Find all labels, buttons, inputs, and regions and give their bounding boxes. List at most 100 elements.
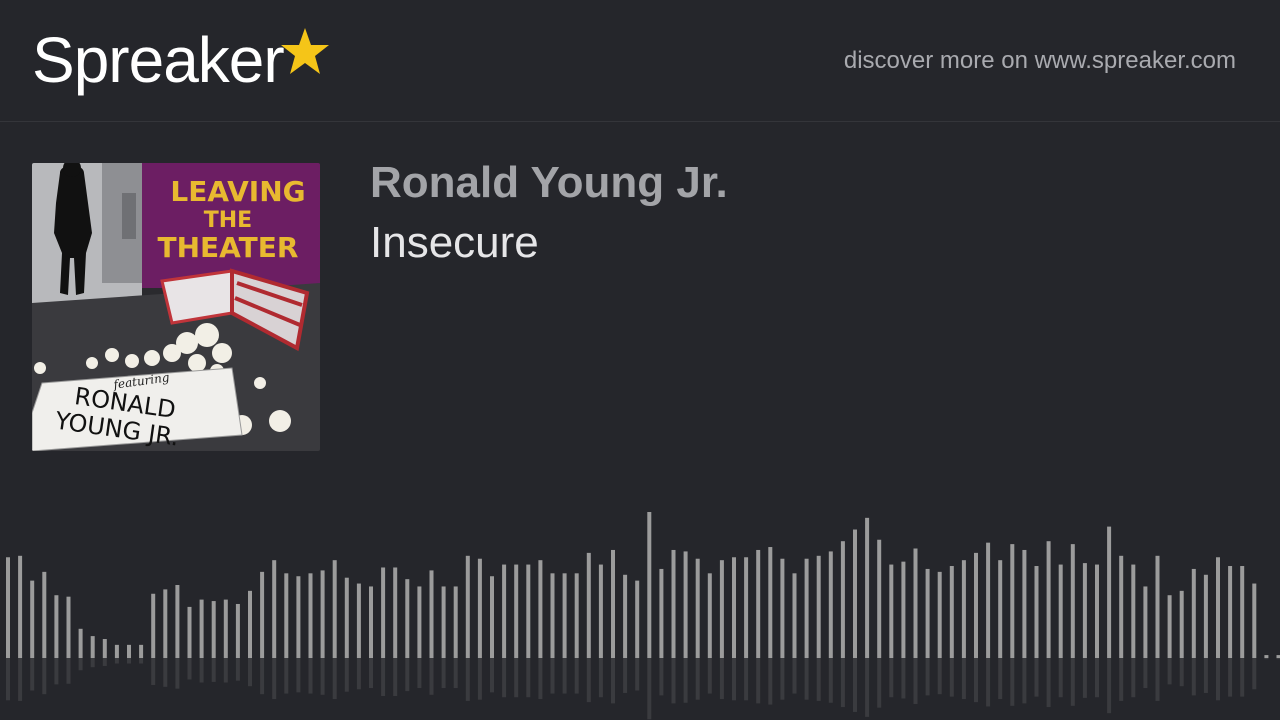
waveform-bar-reflection bbox=[961, 658, 966, 700]
waveform-bar bbox=[816, 555, 821, 658]
waveform-bar bbox=[465, 555, 470, 658]
waveform-bar bbox=[502, 564, 507, 658]
waveform-bar-reflection bbox=[1216, 658, 1220, 701]
waveform-bar-reflection bbox=[1203, 658, 1208, 693]
waveform-bar bbox=[538, 560, 543, 658]
waveform-bar bbox=[18, 555, 23, 658]
waveform-bar bbox=[1203, 574, 1208, 658]
waveform-bar-reflection bbox=[199, 658, 204, 683]
waveform-bar-reflection bbox=[877, 658, 882, 708]
author-name[interactable]: Ronald Young Jr. bbox=[370, 158, 728, 208]
waveform-bar bbox=[659, 568, 664, 658]
waveform-bar bbox=[272, 560, 277, 658]
waveform-bar bbox=[477, 558, 482, 658]
waveform-bar bbox=[1191, 568, 1196, 658]
waveform-bar bbox=[1107, 526, 1112, 658]
waveform-bar bbox=[139, 644, 144, 658]
waveform-bar-reflection bbox=[344, 658, 349, 692]
waveform-bar bbox=[840, 541, 845, 658]
waveform-bar-reflection bbox=[1131, 658, 1136, 698]
waveform-bar bbox=[744, 557, 749, 658]
waveform-bar-reflection bbox=[320, 658, 325, 695]
waveform-bar-reflection bbox=[369, 658, 373, 689]
waveform-bar bbox=[308, 573, 313, 658]
waveform-bar-reflection bbox=[18, 658, 23, 701]
waveform-bar-reflection bbox=[429, 658, 434, 695]
waveform-bar-reflection bbox=[998, 658, 1003, 700]
waveform-bar bbox=[901, 561, 906, 658]
waveform-bar bbox=[974, 552, 978, 658]
waveform-bar-reflection bbox=[1046, 658, 1051, 708]
waveform-bar-reflection bbox=[828, 658, 833, 703]
waveform-bar bbox=[453, 586, 458, 658]
waveform-bar bbox=[925, 568, 930, 658]
waveform-bar bbox=[719, 560, 724, 658]
waveform-bar-reflection bbox=[611, 658, 615, 704]
waveform-bar bbox=[66, 596, 71, 658]
waveform-bar bbox=[707, 573, 712, 658]
waveform-bar bbox=[756, 549, 761, 658]
waveform-bar bbox=[78, 628, 83, 658]
waveform-bar-reflection bbox=[1155, 658, 1160, 701]
waveform-bar-reflection bbox=[768, 658, 773, 705]
waveform-bar bbox=[1046, 541, 1051, 658]
waveform-bar bbox=[187, 606, 192, 658]
waveform-bar bbox=[1010, 544, 1015, 658]
waveform-bar bbox=[127, 644, 131, 658]
waveform-bar-reflection bbox=[744, 658, 749, 701]
waveform-bar bbox=[356, 583, 361, 658]
waveform-bar bbox=[804, 558, 809, 658]
waveform-bar bbox=[961, 560, 966, 658]
waveform-bar bbox=[393, 567, 398, 658]
waveform-bar bbox=[1143, 586, 1148, 658]
waveform-bar bbox=[1228, 566, 1233, 658]
waveform-bar bbox=[1264, 655, 1269, 658]
waveform-bar bbox=[1276, 655, 1280, 658]
waveform-bar-reflection bbox=[296, 658, 301, 693]
waveform-bar-reflection bbox=[623, 658, 628, 693]
waveform-bar-reflection bbox=[417, 658, 422, 689]
waveform-bar bbox=[175, 585, 180, 658]
waveform-bar bbox=[223, 599, 228, 658]
discover-more-link[interactable]: discover more on www.spreaker.com bbox=[844, 47, 1236, 75]
waveform-bar-reflection bbox=[986, 658, 991, 707]
waveform-bar-reflection bbox=[114, 658, 119, 664]
star-icon bbox=[280, 28, 329, 74]
waveform-bar-reflection bbox=[635, 658, 640, 691]
waveform-bar bbox=[6, 557, 10, 658]
waveform-bar-reflection bbox=[1228, 658, 1233, 697]
waveform-bar-reflection bbox=[707, 658, 712, 694]
waveform-bar-reflection bbox=[127, 658, 131, 664]
waveform-bar-reflection bbox=[1119, 658, 1124, 701]
waveform-bar-reflection bbox=[598, 658, 603, 698]
waveform-bar-reflection bbox=[574, 658, 579, 694]
waveform-bar-reflection bbox=[526, 658, 531, 698]
episode-title: Insecure bbox=[370, 218, 539, 267]
podcast-cover-art: LEAVING THE THEATER featuring RONALD YOU… bbox=[32, 163, 320, 451]
waveform-bar bbox=[1131, 564, 1136, 658]
waveform-bar bbox=[562, 573, 567, 658]
waveform-bar-reflection bbox=[756, 658, 761, 704]
spreaker-logo[interactable]: Spreaker bbox=[32, 22, 330, 102]
waveform-bar bbox=[623, 574, 628, 658]
waveform-bar bbox=[732, 557, 736, 658]
waveform-bar-reflection bbox=[550, 658, 555, 694]
waveform-bar-reflection bbox=[211, 658, 216, 682]
waveform-bar-reflection bbox=[659, 658, 664, 696]
waveform-bar-reflection bbox=[974, 658, 978, 703]
waveform-bar bbox=[526, 564, 531, 658]
waveform-bar bbox=[114, 644, 119, 658]
audio-waveform[interactable] bbox=[0, 480, 1280, 720]
waveform-bar-reflection bbox=[477, 658, 482, 700]
waveform-bar-reflection bbox=[732, 658, 736, 701]
waveform-bar bbox=[937, 571, 942, 658]
waveform-bar bbox=[320, 570, 325, 658]
waveform-bar bbox=[913, 548, 918, 658]
logo-wordmark: Spreaker bbox=[32, 24, 285, 96]
waveform-bar-reflection bbox=[6, 658, 10, 701]
waveform-bar bbox=[163, 589, 168, 658]
waveform-bar bbox=[586, 552, 591, 658]
waveform-bar-reflection bbox=[151, 658, 156, 685]
waveform-bar bbox=[1179, 590, 1184, 658]
waveform-bar-reflection bbox=[719, 658, 724, 700]
